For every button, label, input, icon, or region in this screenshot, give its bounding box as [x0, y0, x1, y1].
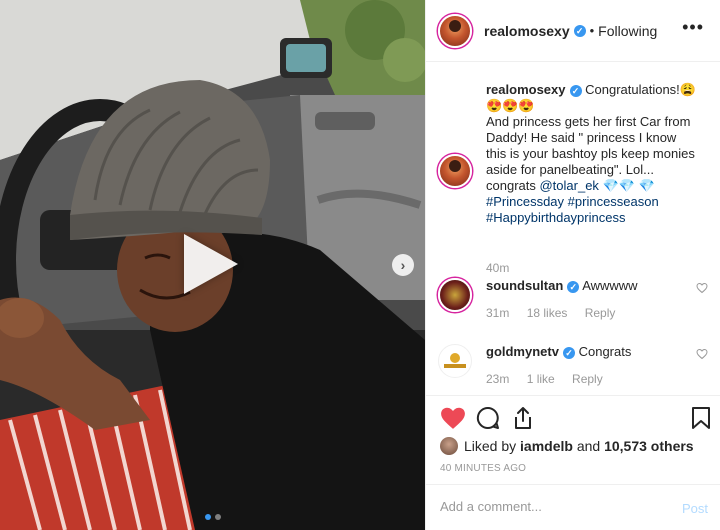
- comment-likes[interactable]: 1 like: [527, 372, 555, 386]
- header-separator: •: [589, 23, 595, 38]
- avatar[interactable]: [440, 437, 458, 455]
- share-icon[interactable]: [512, 406, 534, 430]
- post-author-username[interactable]: realomosexy: [484, 23, 570, 39]
- comment-text: soundsultan ✓ Awwwww: [486, 278, 696, 294]
- comment-body: Awwwww: [582, 278, 638, 293]
- comment-body: Congrats: [578, 344, 632, 359]
- post-details-panel: realomosexy ✓ • Following ••• realomosex…: [425, 0, 720, 530]
- hashtag-link[interactable]: #Happybirthdayprincess: [486, 210, 625, 225]
- hashtag-link[interactable]: #Princessday: [486, 194, 564, 209]
- chevron-right-icon[interactable]: ›: [392, 254, 414, 276]
- caption-emoji-line-2: 😍😍😍: [486, 98, 535, 113]
- goldmyne-logo-icon: [444, 353, 466, 368]
- liked-by: Liked by iamdelb and 10,573 others: [440, 437, 694, 455]
- post-timestamp[interactable]: 40 MINUTES AGO: [440, 463, 526, 474]
- comment-text: goldmynetv ✓ Congrats: [486, 344, 696, 360]
- reply-button[interactable]: Reply: [585, 306, 616, 320]
- caption-text: realomosexy ✓ Congratulations!😩 😍😍😍 And p…: [486, 82, 696, 226]
- liked-by-joiner: and: [576, 438, 601, 454]
- likes-count[interactable]: 10,573 others: [604, 438, 694, 454]
- comment-age: 31m: [486, 306, 510, 320]
- caption-username[interactable]: realomosexy: [486, 82, 566, 97]
- liked-by-prefix: Liked by: [464, 438, 517, 454]
- carousel-dot: [214, 514, 221, 520]
- comments-list[interactable]: realomosexy ✓ Congratulations!😩 😍😍😍 And p…: [426, 62, 720, 395]
- carousel-indicator: [0, 514, 425, 520]
- following-button[interactable]: Following: [598, 23, 657, 39]
- bookmark-icon[interactable]: [691, 406, 711, 430]
- verified-badge-icon: ✓: [573, 24, 586, 37]
- comment-age: 23m: [486, 372, 510, 386]
- more-icon[interactable]: •••: [682, 18, 704, 36]
- post-header: realomosexy ✓ • Following •••: [426, 0, 720, 62]
- caption-emoji: 💎💎 💎: [598, 178, 655, 193]
- avatar[interactable]: [438, 278, 472, 312]
- avatar[interactable]: [438, 154, 472, 188]
- verified-badge-icon: ✓: [569, 85, 582, 97]
- comment-username[interactable]: soundsultan: [486, 278, 563, 293]
- comment-username[interactable]: goldmynetv: [486, 344, 559, 359]
- post-media[interactable]: ›: [0, 0, 425, 530]
- avatar[interactable]: [438, 344, 472, 378]
- heart-icon[interactable]: [696, 282, 708, 294]
- caption-age: 40m: [486, 261, 510, 275]
- post-button[interactable]: Post: [682, 501, 708, 516]
- carousel-dot-active: [204, 514, 211, 520]
- heart-icon[interactable]: [696, 348, 708, 360]
- reply-button[interactable]: Reply: [572, 372, 603, 386]
- mention-link[interactable]: @tolar_ek: [539, 178, 598, 193]
- liked-by-user[interactable]: iamdelb: [520, 438, 573, 454]
- caption-meta: 40m: [486, 261, 523, 275]
- hashtag-link[interactable]: #princesseason: [568, 194, 659, 209]
- verified-badge-icon: ✓: [567, 281, 580, 293]
- play-icon[interactable]: [184, 234, 238, 294]
- add-comment-bar: Post: [426, 484, 720, 530]
- comment-icon[interactable]: [476, 406, 500, 430]
- verified-badge-icon: ✓: [562, 347, 575, 359]
- comment-input[interactable]: [440, 499, 660, 514]
- heart-icon[interactable]: [440, 406, 466, 430]
- caption-emoji-line: Congratulations!😩: [585, 82, 696, 97]
- comment-meta: 31m 18 likes Reply: [486, 306, 629, 320]
- avatar[interactable]: [438, 13, 472, 48]
- comment-likes[interactable]: 18 likes: [527, 306, 568, 320]
- comment-meta: 23m 1 like Reply: [486, 372, 617, 386]
